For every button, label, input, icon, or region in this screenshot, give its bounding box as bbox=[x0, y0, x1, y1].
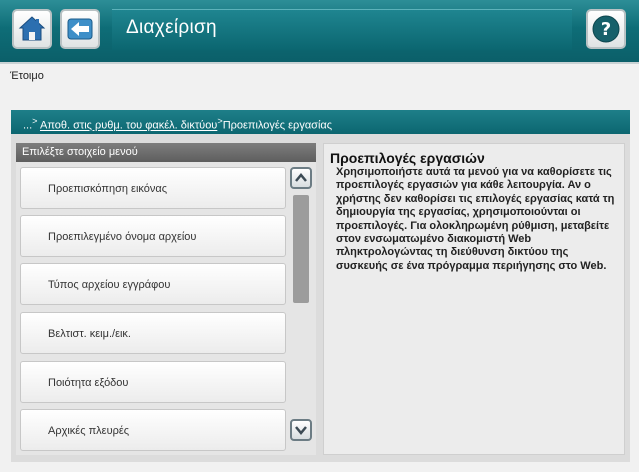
breadcrumb-separator: > bbox=[32, 116, 38, 126]
scroll-down-button[interactable] bbox=[290, 419, 312, 441]
menu-header: Επιλέξτε στοιχείο μενού bbox=[16, 143, 316, 162]
breadcrumb-current: Προεπιλογές εργασίας bbox=[222, 119, 333, 132]
chevron-up-icon bbox=[295, 173, 307, 182]
menu-item-default-file-name[interactable]: Προεπιλεγμένο όνομα αρχείου bbox=[20, 215, 286, 257]
chevron-down-icon bbox=[295, 426, 307, 435]
help-button[interactable]: ? bbox=[586, 9, 626, 49]
home-icon bbox=[18, 16, 46, 41]
menu-item-document-file-type[interactable]: Τύπος αρχείου εγγράφου bbox=[20, 263, 286, 305]
back-arrow-icon bbox=[67, 18, 93, 40]
menu-item-image-preview[interactable]: Προεπισκόπηση εικόνας bbox=[20, 167, 286, 209]
breadcrumb: ...> Αποθ. στις ρυθμ. του φακέλ. δικτύου… bbox=[11, 110, 630, 134]
menu-item-original-sides[interactable]: Αρχικές πλευρές bbox=[20, 409, 286, 451]
help-question-icon: ? bbox=[592, 15, 620, 43]
back-button[interactable] bbox=[60, 9, 100, 49]
info-title: Προεπιλογές εργασιών bbox=[330, 150, 485, 166]
info-panel: Προεπιλογές εργασιών Χρησιμοποιήστε αυτά… bbox=[323, 143, 625, 455]
page-title: Διαχείριση bbox=[126, 17, 217, 38]
scroll-thumb[interactable] bbox=[293, 195, 309, 303]
breadcrumb-ellipsis: ... bbox=[23, 119, 33, 132]
scrollbar[interactable] bbox=[290, 167, 312, 451]
status-text: Έτοιμο bbox=[10, 70, 44, 82]
info-body: Χρησιμοποιήστε αυτά τα μενού για να καθο… bbox=[336, 166, 615, 272]
menu-item-output-quality[interactable]: Ποιότητα εξόδου bbox=[20, 361, 286, 403]
menu-item-optimize-text-picture[interactable]: Βελτιστ. κειμ./εικ. bbox=[20, 312, 286, 354]
breadcrumb-link[interactable]: Αποθ. στις ρυθμ. του φακέλ. δικτύου bbox=[40, 120, 217, 132]
home-button[interactable] bbox=[12, 9, 52, 49]
svg-text:?: ? bbox=[601, 19, 611, 40]
menu-panel: Επιλέξτε στοιχείο μενού Προεπισκόπηση ει… bbox=[16, 143, 316, 455]
title-bar: Διαχείριση bbox=[112, 9, 572, 50]
scroll-up-button[interactable] bbox=[290, 167, 312, 189]
